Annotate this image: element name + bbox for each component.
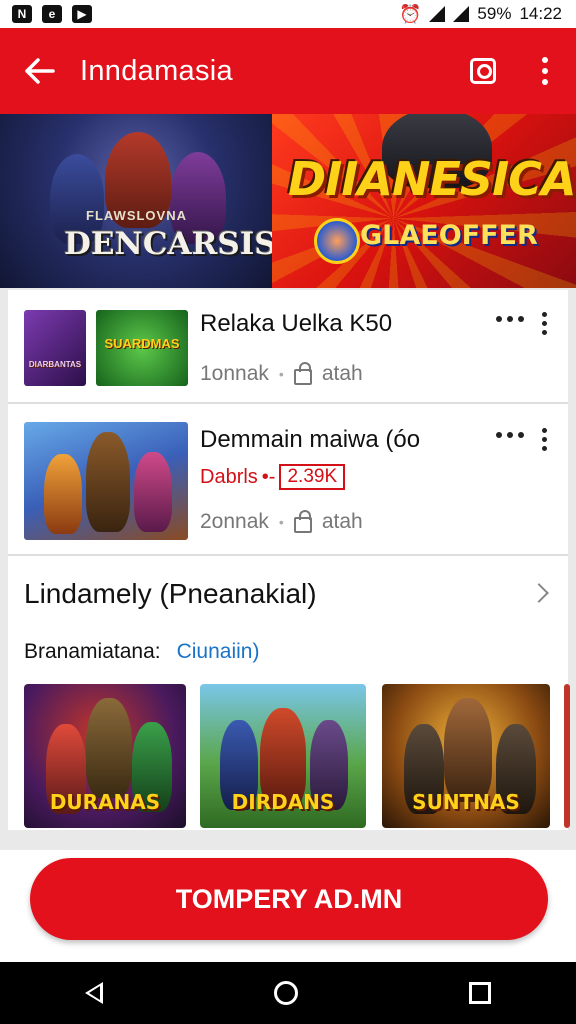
game-card[interactable]: SUNTNAS: [382, 684, 550, 828]
game-title: SUNTNAS: [412, 790, 520, 814]
thumbnail-character: [134, 452, 172, 532]
banner-left-subtitle: FLAWSLOVNA: [86, 208, 187, 223]
more-vert-icon[interactable]: [542, 312, 547, 335]
item-meta-left: 1onnak: [200, 362, 269, 385]
item-meta-right: atah: [321, 510, 363, 533]
item-thumbnail: SUARDMAS: [96, 310, 188, 386]
thumbnail-text: DIARBANTAS: [28, 360, 82, 369]
more-horiz-icon[interactable]: [496, 432, 524, 438]
list-item[interactable]: DIARBANTAS SUARDMAS Relaka Uelka K50 1on…: [8, 290, 568, 404]
more-vert-icon[interactable]: [542, 428, 547, 451]
banner-left-logo: DENCARSIS: [64, 226, 277, 262]
section-subtitle: Branamiatana: Ciunaiin): [24, 640, 259, 664]
status-right: ⏰ 59% 14:22: [399, 4, 562, 25]
thumbnail-character: [86, 432, 130, 532]
banner-right-logo: DIIANESICA: [288, 152, 576, 206]
search-icon: [470, 58, 496, 84]
item-meta: 1onnak • atah: [200, 362, 363, 386]
item-tag: Dabrls •- 2.39K: [200, 464, 346, 490]
nav-back-icon[interactable]: [85, 982, 104, 1004]
status-bar: N e ▶ ⏰ 59% 14:22: [0, 0, 576, 28]
thumbnail-character: [44, 454, 82, 534]
meta-separator: •: [278, 514, 284, 530]
chevron-right-icon[interactable]: [529, 583, 549, 603]
list-item[interactable]: Demmain maiwa (óo Dabrls •- 2.39K 2onnak…: [8, 406, 568, 556]
banner-left-art: FLAWSLOVNA DENCARSIS: [0, 114, 277, 288]
banner-emblem-icon: [314, 218, 360, 264]
notification-icons: N e ▶: [12, 5, 92, 23]
search-button[interactable]: [452, 28, 514, 114]
subtitle-link[interactable]: Ciunaiin): [177, 640, 260, 664]
tag-separator: •-: [261, 465, 276, 488]
game-card[interactable]: DIRDANS: [200, 684, 366, 828]
bottom-action-area: TOMPERY AD.MN: [0, 850, 576, 962]
item-title: Demmain maiwa (óo: [200, 426, 421, 453]
item-thumbnail: DIARBANTAS: [24, 310, 86, 386]
game-card[interactable]: DURANAS: [24, 684, 186, 828]
item-meta-left: 2onnak: [200, 510, 269, 533]
content-card: DIARBANTAS SUARDMAS Relaka Uelka K50 1on…: [8, 290, 570, 830]
game-title: DIRDANS: [231, 790, 335, 814]
item-tag-text: Dabrls: [200, 465, 258, 488]
game-title: DURANAS: [49, 790, 161, 814]
item-thumbnail: [24, 422, 188, 540]
notification-icon-3: ▶: [72, 5, 92, 23]
lock-icon: [293, 362, 312, 385]
game-character: [86, 698, 132, 798]
banner-right-logo-2: GLAEOFFER: [360, 220, 538, 251]
battery-text: 59%: [477, 4, 512, 23]
alarm-icon: ⏰: [399, 3, 422, 24]
cell-signal-icon: [453, 6, 470, 22]
item-tag-box: 2.39K: [279, 464, 346, 490]
back-arrow-icon[interactable]: [0, 28, 80, 114]
promo-banner[interactable]: FLAWSLOVNA DENCARSIS DIIANESICA GLAEOFFE…: [0, 114, 576, 288]
subtitle-label: Branamiatana:: [24, 640, 161, 663]
clock-text: 14:22: [519, 4, 562, 23]
primary-action-button[interactable]: TOMPERY AD.MN: [30, 858, 548, 940]
thumbnail-text: SUARDMAS: [104, 336, 180, 351]
app-title: Inndamasia: [80, 54, 233, 87]
more-horiz-icon[interactable]: [496, 316, 524, 322]
banner-right-art: DIIANESICA GLAEOFFER: [272, 114, 576, 288]
app-bar: Inndamasia: [0, 28, 576, 114]
wifi-signal-icon: [429, 6, 446, 22]
game-card-partial[interactable]: [564, 684, 570, 828]
section-title[interactable]: Lindamely (Pneanakial): [24, 578, 317, 610]
nav-recents-icon[interactable]: [468, 982, 491, 1004]
notification-icon-2: e: [42, 5, 62, 23]
notification-icon-1: N: [12, 5, 32, 23]
item-meta: 2onnak • atah: [200, 510, 363, 534]
nav-home-icon[interactable]: [273, 981, 298, 1005]
system-nav-bar: [0, 962, 576, 1024]
item-title: Relaka Uelka K50: [200, 310, 393, 337]
lock-icon: [293, 510, 312, 533]
item-meta-right: atah: [321, 362, 363, 385]
meta-separator: •: [278, 366, 284, 382]
game-character: [444, 698, 492, 802]
more-vert-icon: [542, 57, 548, 85]
overflow-menu-button[interactable]: [514, 28, 576, 114]
